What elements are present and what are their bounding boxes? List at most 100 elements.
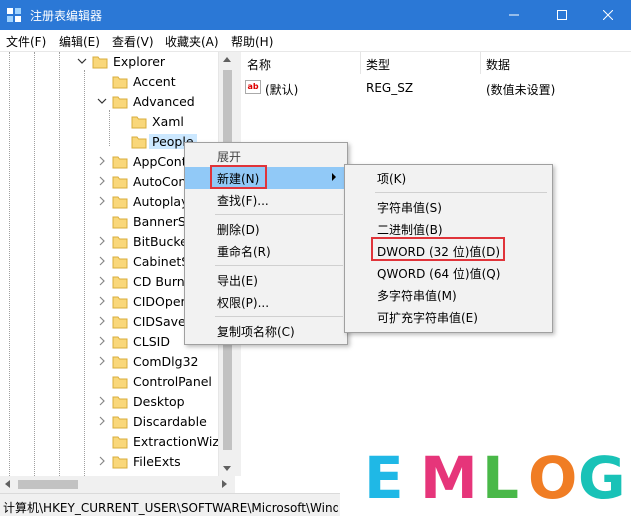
menu-item-delete[interactable]: 删除(D) [185, 218, 347, 240]
folder-icon [131, 116, 147, 129]
tree-item-label: ComDlg32 [133, 354, 199, 369]
submenu-arrow-icon [332, 173, 336, 181]
menu-item-label: 展开 [217, 150, 242, 164]
close-icon [603, 10, 613, 20]
maximize-icon [557, 10, 567, 20]
menu-item-expand[interactable]: 展开 [185, 145, 347, 167]
chevron-right-icon[interactable] [97, 316, 107, 326]
folder-icon [112, 336, 128, 349]
tree-item-label: CIDOper [133, 294, 186, 309]
tree-item-label: ExtractionWiza [133, 434, 218, 449]
tree-horizontal-scrollbar[interactable] [0, 476, 235, 493]
column-header-type[interactable]: 类型 [366, 56, 390, 73]
logo-letter-o: O [528, 444, 578, 512]
tree-item-label: AppCont [133, 154, 187, 169]
menu-help[interactable]: 帮助(H) [231, 33, 273, 50]
tree-item-accent[interactable]: Accent [0, 72, 218, 92]
chevron-right-icon[interactable] [97, 276, 107, 286]
chevron-right-icon[interactable] [97, 196, 107, 206]
submenu-item-qword-value[interactable]: QWORD (64 位)值(Q) [345, 262, 552, 284]
column-header-data[interactable]: 数据 [486, 56, 510, 73]
menu-separator [215, 214, 343, 215]
scroll-up-arrow-icon[interactable] [223, 57, 231, 62]
tree-item-label: CabinetS [133, 254, 190, 269]
tree-item-label: BitBucke [133, 234, 188, 249]
folder-icon [112, 256, 128, 269]
menu-file[interactable]: 文件(F) [6, 33, 46, 50]
scroll-right-arrow-icon[interactable] [222, 480, 227, 488]
emlog-watermark-logo: E M L O G [340, 440, 631, 516]
menu-item-label: 权限(P)... [217, 296, 270, 310]
column-separator[interactable] [480, 52, 481, 74]
chevron-right-icon[interactable] [97, 156, 107, 166]
highlight-box-dword [371, 237, 505, 261]
chevron-right-icon[interactable] [97, 176, 107, 186]
menu-item-label: 可扩充字符串值(E) [377, 311, 478, 325]
chevron-down-icon[interactable] [97, 96, 107, 106]
scroll-thumb[interactable] [18, 480, 78, 489]
value-name: (默认) [265, 83, 299, 97]
tree-item-extractionwiza[interactable]: ExtractionWiza [0, 432, 218, 452]
window-title: 注册表编辑器 [30, 9, 103, 23]
scroll-down-arrow-icon[interactable] [223, 466, 231, 471]
submenu-item-multi-string-value[interactable]: 多字符串值(M) [345, 284, 552, 306]
tree-item-label: CD Burni [133, 274, 189, 289]
submenu-item-key[interactable]: 项(K) [345, 167, 552, 189]
tree-item-discardable[interactable]: Discardable [0, 412, 218, 432]
tree-item-label: BannerSt [133, 214, 191, 229]
folder-icon [112, 456, 128, 469]
chevron-right-icon[interactable] [97, 416, 107, 426]
tree-item-comdlg32[interactable]: ComDlg32 [0, 352, 218, 372]
folder-icon [112, 416, 128, 429]
scroll-left-arrow-icon[interactable] [5, 480, 10, 488]
tree-item-label: Explorer [113, 54, 166, 69]
chevron-right-icon[interactable] [97, 256, 107, 266]
tree-item-label: Accent [133, 74, 176, 89]
menu-item-find[interactable]: 查找(F)... [185, 189, 347, 211]
folder-icon [112, 316, 128, 329]
status-path: 计算机\HKEY_CURRENT_USER\SOFTWARE\Microsoft… [3, 501, 338, 515]
menu-separator [215, 265, 343, 266]
tree-item-desktop[interactable]: Desktop [0, 392, 218, 412]
tree-item-fileexts[interactable]: FileExts [0, 452, 218, 472]
tree-item-xaml[interactable]: Xaml [0, 112, 218, 132]
tree-item-label: FileExts [133, 454, 181, 469]
menu-view[interactable]: 查看(V) [112, 33, 154, 50]
tree-item-explorer[interactable]: Explorer [0, 52, 218, 72]
chevron-right-icon[interactable] [97, 356, 107, 366]
chevron-down-icon[interactable] [77, 56, 87, 66]
menu-item-copy-key-name[interactable]: 复制项名称(C) [185, 320, 347, 342]
menu-item-label: 查找(F)... [217, 194, 269, 208]
menu-separator [215, 316, 343, 317]
menu-edit[interactable]: 编辑(E) [59, 33, 100, 50]
submenu-item-expandable-string-value[interactable]: 可扩充字符串值(E) [345, 306, 552, 328]
regedit-app-icon [7, 8, 21, 22]
title-bar: 注册表编辑器 [0, 0, 631, 30]
maximize-button[interactable] [539, 0, 585, 30]
chevron-right-icon[interactable] [97, 296, 107, 306]
column-header-name[interactable]: 名称 [247, 56, 271, 73]
minimize-icon [509, 14, 519, 16]
tree-item-advanced[interactable]: Advanced [0, 92, 218, 112]
menu-item-export[interactable]: 导出(E) [185, 269, 347, 291]
tree-item-controlpanel[interactable]: ControlPanel [0, 372, 218, 392]
chevron-right-icon[interactable] [97, 396, 107, 406]
minimize-button[interactable] [491, 0, 537, 30]
submenu-item-string-value[interactable]: 字符串值(S) [345, 196, 552, 218]
menu-favorites[interactable]: 收藏夹(A) [165, 33, 219, 50]
logo-letter-m: M [420, 444, 478, 512]
chevron-right-icon[interactable] [97, 336, 107, 346]
close-button[interactable] [585, 0, 631, 30]
folder-icon [131, 136, 147, 149]
folder-icon [112, 356, 128, 369]
chevron-right-icon[interactable] [97, 236, 107, 246]
logo-letter-g: G [578, 444, 626, 512]
menu-item-rename[interactable]: 重命名(R) [185, 240, 347, 262]
column-separator[interactable] [360, 52, 361, 74]
menu-item-permissions[interactable]: 权限(P)... [185, 291, 347, 313]
menu-separator [375, 192, 547, 193]
tree-item-label: CLSID [133, 334, 170, 349]
chevron-right-icon[interactable] [97, 456, 107, 466]
tree-item-label: Xaml [152, 114, 184, 129]
folder-icon [112, 96, 128, 109]
